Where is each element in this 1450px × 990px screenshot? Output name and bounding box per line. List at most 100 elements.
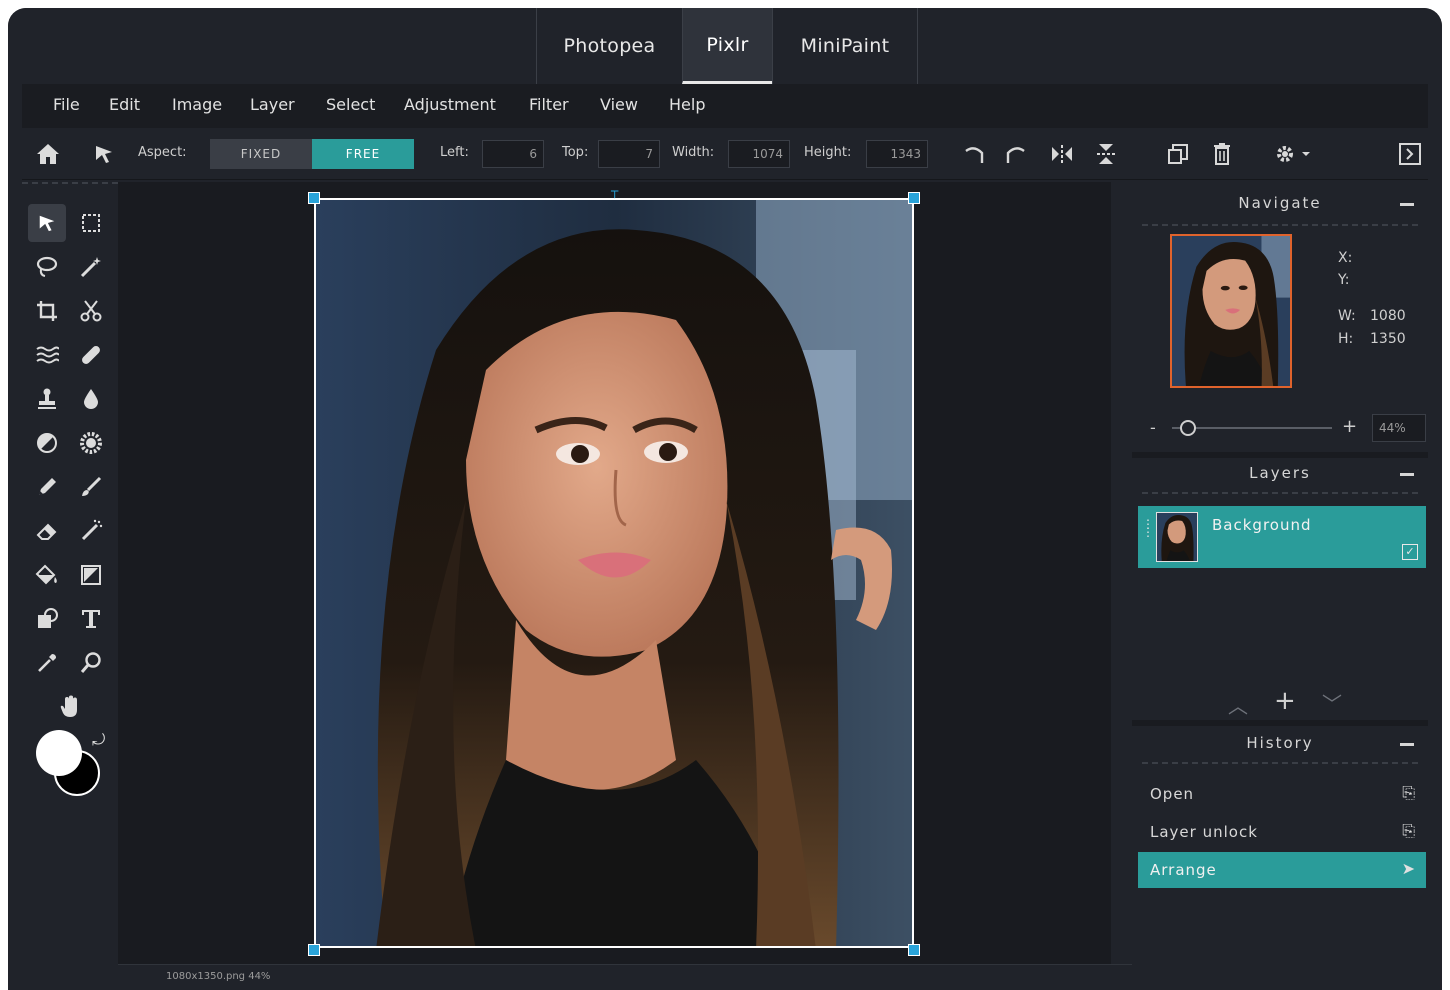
zoom-out-button[interactable]: - bbox=[1150, 418, 1156, 437]
magic-wand-icon[interactable] bbox=[72, 248, 110, 286]
history-item-arrange[interactable]: Arrange ➤ bbox=[1138, 852, 1426, 888]
spray-brush-icon[interactable] bbox=[72, 512, 110, 550]
pencil-tool-icon[interactable] bbox=[28, 468, 66, 506]
eraser-tool-icon[interactable] bbox=[28, 512, 66, 550]
history-arrange-icon: ➤ bbox=[1401, 859, 1416, 878]
rotate-right-icon[interactable] bbox=[1002, 140, 1030, 168]
primary-color-swatch[interactable] bbox=[36, 730, 82, 776]
tab-label: Photopea bbox=[563, 35, 656, 57]
history-item-label: Layer unlock bbox=[1150, 823, 1258, 841]
divider bbox=[1142, 492, 1418, 494]
width-input[interactable]: 1074 bbox=[728, 140, 790, 168]
shape-tool-icon[interactable] bbox=[28, 600, 66, 638]
layer-row-background[interactable]: ⋮ ⋮ Background ✓ bbox=[1138, 506, 1426, 568]
width-label: Width: bbox=[672, 145, 715, 160]
menu-view[interactable]: View bbox=[600, 95, 638, 114]
home-icon[interactable] bbox=[34, 140, 62, 168]
cut-tool-icon[interactable] bbox=[72, 292, 110, 330]
nav-y-label: Y: bbox=[1338, 272, 1350, 288]
marquee-tool-icon[interactable] bbox=[72, 204, 110, 242]
move-tool-icon[interactable] bbox=[90, 140, 118, 168]
drag-handle-icon[interactable]: ⋮ ⋮ bbox=[1142, 518, 1154, 538]
zoom-input[interactable]: 44% bbox=[1372, 414, 1426, 442]
divider bbox=[1142, 762, 1418, 764]
eyedropper-icon[interactable] bbox=[28, 644, 66, 682]
tab-minipaint[interactable]: MiniPaint bbox=[772, 8, 918, 84]
zoom-tool-icon[interactable] bbox=[72, 644, 110, 682]
layers-minimize-icon[interactable] bbox=[1400, 473, 1414, 476]
menu-file[interactable]: File bbox=[53, 95, 80, 114]
navigate-title: Navigate bbox=[1238, 194, 1322, 212]
arrange-tool-icon[interactable] bbox=[28, 204, 66, 242]
menu-layer[interactable]: Layer bbox=[250, 95, 295, 114]
aspect-free-button[interactable]: FREE bbox=[312, 139, 414, 169]
rotate-handle[interactable]: ┬ bbox=[611, 184, 625, 198]
aspect-label: Aspect: bbox=[138, 145, 187, 160]
top-input[interactable]: 7 bbox=[598, 140, 660, 168]
layer-move-up-icon[interactable]: ︿ bbox=[1228, 690, 1248, 719]
add-layer-icon[interactable]: + bbox=[1274, 686, 1296, 716]
history-item-layer-unlock[interactable]: Layer unlock ⎘ bbox=[1138, 814, 1426, 850]
layer-move-down-icon[interactable]: ﹀ bbox=[1322, 688, 1342, 717]
menu-image[interactable]: Image bbox=[172, 95, 222, 114]
rotate-left-icon[interactable] bbox=[960, 140, 988, 168]
crop-tool-icon[interactable] bbox=[28, 292, 66, 330]
left-input[interactable]: 6 bbox=[482, 140, 544, 168]
editor-tabs: Photopea Pixlr MiniPaint bbox=[8, 8, 1442, 84]
menu-bar: File Edit Image Layer Select Adjustment … bbox=[22, 84, 1428, 128]
tab-photopea[interactable]: Photopea bbox=[536, 8, 682, 84]
flip-vertical-icon[interactable] bbox=[1092, 140, 1120, 168]
navigator-thumbnail[interactable] bbox=[1170, 234, 1292, 388]
canvas-photo[interactable] bbox=[314, 198, 914, 948]
gradient-tool-icon[interactable] bbox=[72, 556, 110, 594]
resize-handle-top-left[interactable] bbox=[308, 192, 320, 204]
dodge-burn-icon[interactable] bbox=[28, 424, 66, 462]
history-item-label: Open bbox=[1150, 785, 1195, 803]
swap-colors-icon[interactable]: ⤾ bbox=[92, 730, 105, 750]
menu-select[interactable]: Select bbox=[326, 95, 375, 114]
status-text: 1080x1350.png 44% bbox=[166, 971, 271, 982]
canvas-area[interactable]: ┬ bbox=[118, 182, 1111, 964]
zoom-slider-knob[interactable] bbox=[1180, 420, 1196, 436]
history-item-label: Arrange bbox=[1150, 861, 1217, 879]
duplicate-icon[interactable] bbox=[1164, 140, 1192, 168]
left-label: Left: bbox=[440, 145, 469, 160]
brush-tool-icon[interactable] bbox=[72, 468, 110, 506]
history-step-icon: ⎘ bbox=[1402, 783, 1416, 802]
resize-handle-bottom-left[interactable] bbox=[308, 944, 320, 956]
navigate-minimize-icon[interactable] bbox=[1400, 203, 1414, 206]
zoom-in-button[interactable]: + bbox=[1342, 416, 1357, 437]
history-minimize-icon[interactable] bbox=[1400, 743, 1414, 746]
nav-w-label: W: bbox=[1338, 308, 1356, 324]
fill-bucket-icon[interactable] bbox=[28, 556, 66, 594]
resize-handle-bottom-right[interactable] bbox=[908, 944, 920, 956]
menu-edit[interactable]: Edit bbox=[109, 95, 140, 114]
aspect-fixed-button[interactable]: FIXED bbox=[210, 139, 312, 169]
resize-handle-top-right[interactable] bbox=[908, 192, 920, 204]
heal-tool-icon[interactable] bbox=[72, 336, 110, 374]
nav-x-label: X: bbox=[1338, 250, 1353, 266]
text-tool-icon[interactable] bbox=[72, 600, 110, 638]
history-item-open[interactable]: Open ⎘ bbox=[1138, 776, 1426, 812]
clone-stamp-icon[interactable] bbox=[28, 380, 66, 418]
menu-filter[interactable]: Filter bbox=[529, 95, 569, 114]
settings-dropdown-icon[interactable] bbox=[1272, 140, 1316, 168]
sponge-tool-icon[interactable] bbox=[72, 424, 110, 462]
options-toolbar: Aspect: FIXED FREE Left: 6 Top: 7 Width:… bbox=[22, 128, 1428, 180]
menu-help[interactable]: Help bbox=[669, 95, 705, 114]
blur-drop-icon[interactable] bbox=[72, 380, 110, 418]
height-input[interactable]: 1343 bbox=[866, 140, 928, 168]
trash-icon[interactable] bbox=[1208, 140, 1236, 168]
history-step-icon: ⎘ bbox=[1402, 821, 1416, 840]
liquify-tool-icon[interactable] bbox=[28, 336, 66, 374]
layers-title: Layers bbox=[1249, 464, 1311, 482]
flip-horizontal-icon[interactable] bbox=[1048, 140, 1076, 168]
menu-adjustment[interactable]: Adjustment bbox=[404, 95, 496, 114]
lasso-tool-icon[interactable] bbox=[28, 248, 66, 286]
layer-visibility-checkbox[interactable]: ✓ bbox=[1402, 544, 1418, 560]
nav-w-value: 1080 bbox=[1370, 308, 1406, 324]
tab-pixlr[interactable]: Pixlr bbox=[682, 8, 772, 84]
zoom-slider-track[interactable] bbox=[1172, 427, 1332, 429]
app-window: Photopea Pixlr MiniPaint File Edit Image… bbox=[8, 8, 1442, 990]
panel-toggle-icon[interactable] bbox=[1396, 140, 1424, 168]
